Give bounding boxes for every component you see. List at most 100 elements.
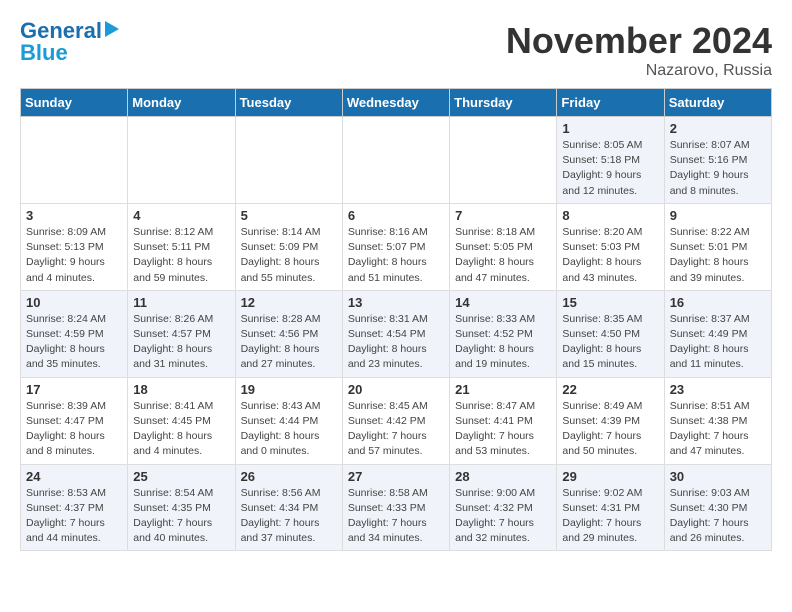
main-title: November 2024 bbox=[506, 20, 772, 62]
col-thursday: Thursday bbox=[450, 89, 557, 117]
day-info: Sunrise: 8:41 AM Sunset: 4:45 PM Dayligh… bbox=[133, 399, 229, 460]
day-info: Sunrise: 8:16 AM Sunset: 5:07 PM Dayligh… bbox=[348, 225, 444, 286]
calendar-table: Sunday Monday Tuesday Wednesday Thursday… bbox=[20, 88, 772, 551]
calendar-cell: 23Sunrise: 8:51 AM Sunset: 4:38 PM Dayli… bbox=[664, 377, 771, 464]
day-number: 30 bbox=[670, 469, 766, 484]
day-info: Sunrise: 8:49 AM Sunset: 4:39 PM Dayligh… bbox=[562, 399, 658, 460]
calendar-week-4: 17 Sunrise: 8:39 AM Sunset: 4:47 PM Dayli… bbox=[21, 377, 772, 464]
calendar-cell bbox=[128, 117, 235, 204]
day-info: Sunrise: 8:12 AM Sunset: 5:11 PM Dayligh… bbox=[133, 225, 229, 286]
calendar-cell: 25 Sunrise: 8:54 AM Sunset: 4:35 PM Dayli… bbox=[128, 464, 235, 551]
calendar-week-5: 24Sunrise: 8:53 AM Sunset: 4:37 PM Dayli… bbox=[21, 464, 772, 551]
day-number: 28 bbox=[455, 469, 551, 484]
calendar-cell: 11 Sunrise: 8:26 AM Sunset: 4:57 PM Dayli… bbox=[128, 290, 235, 377]
day-number: 8 bbox=[562, 208, 658, 223]
day-info: Sunrise: 8:56 AM Sunset: 4:34 PM Dayligh… bbox=[241, 486, 337, 547]
calendar-week-1: 1Sunrise: 8:05 AM Sunset: 5:18 PM Daylig… bbox=[21, 117, 772, 204]
calendar-cell: 16 Sunrise: 8:37 AM Sunset: 4:49 PM Dayli… bbox=[664, 290, 771, 377]
day-number: 2 bbox=[670, 121, 766, 136]
day-info: Sunrise: 8:28 AM Sunset: 4:56 PM Dayligh… bbox=[241, 312, 337, 373]
subtitle: Nazarovo, Russia bbox=[506, 62, 772, 80]
day-info: Sunrise: 8:51 AM Sunset: 4:38 PM Dayligh… bbox=[670, 399, 766, 460]
day-number: 1 bbox=[562, 121, 658, 136]
day-number: 3 bbox=[26, 208, 122, 223]
title-block: November 2024 Nazarovo, Russia bbox=[506, 20, 772, 80]
day-info: Sunrise: 8:37 AM Sunset: 4:49 PM Dayligh… bbox=[670, 312, 766, 373]
calendar-week-2: 3 Sunrise: 8:09 AM Sunset: 5:13 PM Daylig… bbox=[21, 203, 772, 290]
calendar-cell: 24Sunrise: 8:53 AM Sunset: 4:37 PM Dayli… bbox=[21, 464, 128, 551]
calendar-cell: 10 Sunrise: 8:24 AM Sunset: 4:59 PM Dayli… bbox=[21, 290, 128, 377]
day-number: 7 bbox=[455, 208, 551, 223]
day-info: Sunrise: 8:43 AM Sunset: 4:44 PM Dayligh… bbox=[241, 399, 337, 460]
day-number: 6 bbox=[348, 208, 444, 223]
calendar-cell: 27 Sunrise: 8:58 AM Sunset: 4:33 PM Dayli… bbox=[342, 464, 449, 551]
calendar-cell: 3 Sunrise: 8:09 AM Sunset: 5:13 PM Daylig… bbox=[21, 203, 128, 290]
day-number: 24 bbox=[26, 469, 122, 484]
day-info: Sunrise: 8:26 AM Sunset: 4:57 PM Dayligh… bbox=[133, 312, 229, 373]
day-number: 15 bbox=[562, 295, 658, 310]
calendar-header-row: Sunday Monday Tuesday Wednesday Thursday… bbox=[21, 89, 772, 117]
calendar-cell bbox=[342, 117, 449, 204]
calendar-cell: 1Sunrise: 8:05 AM Sunset: 5:18 PM Daylig… bbox=[557, 117, 664, 204]
day-number: 11 bbox=[133, 295, 229, 310]
calendar-cell: 20 Sunrise: 8:45 AM Sunset: 4:42 PM Dayli… bbox=[342, 377, 449, 464]
calendar-cell: 26Sunrise: 8:56 AM Sunset: 4:34 PM Dayli… bbox=[235, 464, 342, 551]
calendar-cell bbox=[450, 117, 557, 204]
day-number: 17 bbox=[26, 382, 122, 397]
day-info: Sunrise: 8:58 AM Sunset: 4:33 PM Dayligh… bbox=[348, 486, 444, 547]
day-info: Sunrise: 8:09 AM Sunset: 5:13 PM Dayligh… bbox=[26, 225, 122, 286]
day-info: Sunrise: 8:39 AM Sunset: 4:47 PM Dayligh… bbox=[26, 399, 122, 460]
day-info: Sunrise: 8:18 AM Sunset: 5:05 PM Dayligh… bbox=[455, 225, 551, 286]
calendar-cell: 22Sunrise: 8:49 AM Sunset: 4:39 PM Dayli… bbox=[557, 377, 664, 464]
day-number: 4 bbox=[133, 208, 229, 223]
day-info: Sunrise: 9:03 AM Sunset: 4:30 PM Dayligh… bbox=[670, 486, 766, 547]
calendar-cell: 30 Sunrise: 9:03 AM Sunset: 4:30 PM Dayli… bbox=[664, 464, 771, 551]
day-info: Sunrise: 8:45 AM Sunset: 4:42 PM Dayligh… bbox=[348, 399, 444, 460]
col-sunday: Sunday bbox=[21, 89, 128, 117]
calendar-cell: 18 Sunrise: 8:41 AM Sunset: 4:45 PM Dayli… bbox=[128, 377, 235, 464]
calendar-cell: 14Sunrise: 8:33 AM Sunset: 4:52 PM Dayli… bbox=[450, 290, 557, 377]
calendar-cell: 19 Sunrise: 8:43 AM Sunset: 4:44 PM Dayli… bbox=[235, 377, 342, 464]
logo-text: General bbox=[20, 20, 102, 42]
calendar-cell: 2Sunrise: 8:07 AM Sunset: 5:16 PM Daylig… bbox=[664, 117, 771, 204]
logo-arrow-icon bbox=[105, 21, 119, 37]
day-number: 27 bbox=[348, 469, 444, 484]
day-number: 20 bbox=[348, 382, 444, 397]
calendar-cell bbox=[21, 117, 128, 204]
calendar-cell: 5Sunrise: 8:14 AM Sunset: 5:09 PM Daylig… bbox=[235, 203, 342, 290]
day-info: Sunrise: 8:24 AM Sunset: 4:59 PM Dayligh… bbox=[26, 312, 122, 373]
calendar-cell: 12 Sunrise: 8:28 AM Sunset: 4:56 PM Dayli… bbox=[235, 290, 342, 377]
day-number: 10 bbox=[26, 295, 122, 310]
calendar-cell: 13 Sunrise: 8:31 AM Sunset: 4:54 PM Dayli… bbox=[342, 290, 449, 377]
calendar-cell: 7 Sunrise: 8:18 AM Sunset: 5:05 PM Daylig… bbox=[450, 203, 557, 290]
day-number: 9 bbox=[670, 208, 766, 223]
day-info: Sunrise: 8:31 AM Sunset: 4:54 PM Dayligh… bbox=[348, 312, 444, 373]
calendar-cell: 29Sunrise: 9:02 AM Sunset: 4:31 PM Dayli… bbox=[557, 464, 664, 551]
calendar-cell: 15 Sunrise: 8:35 AM Sunset: 4:50 PM Dayli… bbox=[557, 290, 664, 377]
col-tuesday: Tuesday bbox=[235, 89, 342, 117]
day-number: 18 bbox=[133, 382, 229, 397]
day-number: 13 bbox=[348, 295, 444, 310]
calendar-cell: 17 Sunrise: 8:39 AM Sunset: 4:47 PM Dayli… bbox=[21, 377, 128, 464]
logo-text2: Blue bbox=[20, 42, 68, 64]
day-number: 19 bbox=[241, 382, 337, 397]
col-monday: Monday bbox=[128, 89, 235, 117]
day-info: Sunrise: 8:47 AM Sunset: 4:41 PM Dayligh… bbox=[455, 399, 551, 460]
day-number: 16 bbox=[670, 295, 766, 310]
day-number: 25 bbox=[133, 469, 229, 484]
day-info: Sunrise: 8:20 AM Sunset: 5:03 PM Dayligh… bbox=[562, 225, 658, 286]
day-number: 14 bbox=[455, 295, 551, 310]
day-info: Sunrise: 8:22 AM Sunset: 5:01 PM Dayligh… bbox=[670, 225, 766, 286]
day-number: 29 bbox=[562, 469, 658, 484]
day-info: Sunrise: 8:35 AM Sunset: 4:50 PM Dayligh… bbox=[562, 312, 658, 373]
day-number: 21 bbox=[455, 382, 551, 397]
day-info: Sunrise: 8:54 AM Sunset: 4:35 PM Dayligh… bbox=[133, 486, 229, 547]
col-wednesday: Wednesday bbox=[342, 89, 449, 117]
day-number: 12 bbox=[241, 295, 337, 310]
calendar-cell: 9 Sunrise: 8:22 AM Sunset: 5:01 PM Daylig… bbox=[664, 203, 771, 290]
logo: General Blue bbox=[20, 20, 119, 64]
calendar-cell: 8 Sunrise: 8:20 AM Sunset: 5:03 PM Daylig… bbox=[557, 203, 664, 290]
col-friday: Friday bbox=[557, 89, 664, 117]
day-info: Sunrise: 9:00 AM Sunset: 4:32 PM Dayligh… bbox=[455, 486, 551, 547]
calendar-cell: 28 Sunrise: 9:00 AM Sunset: 4:32 PM Dayli… bbox=[450, 464, 557, 551]
